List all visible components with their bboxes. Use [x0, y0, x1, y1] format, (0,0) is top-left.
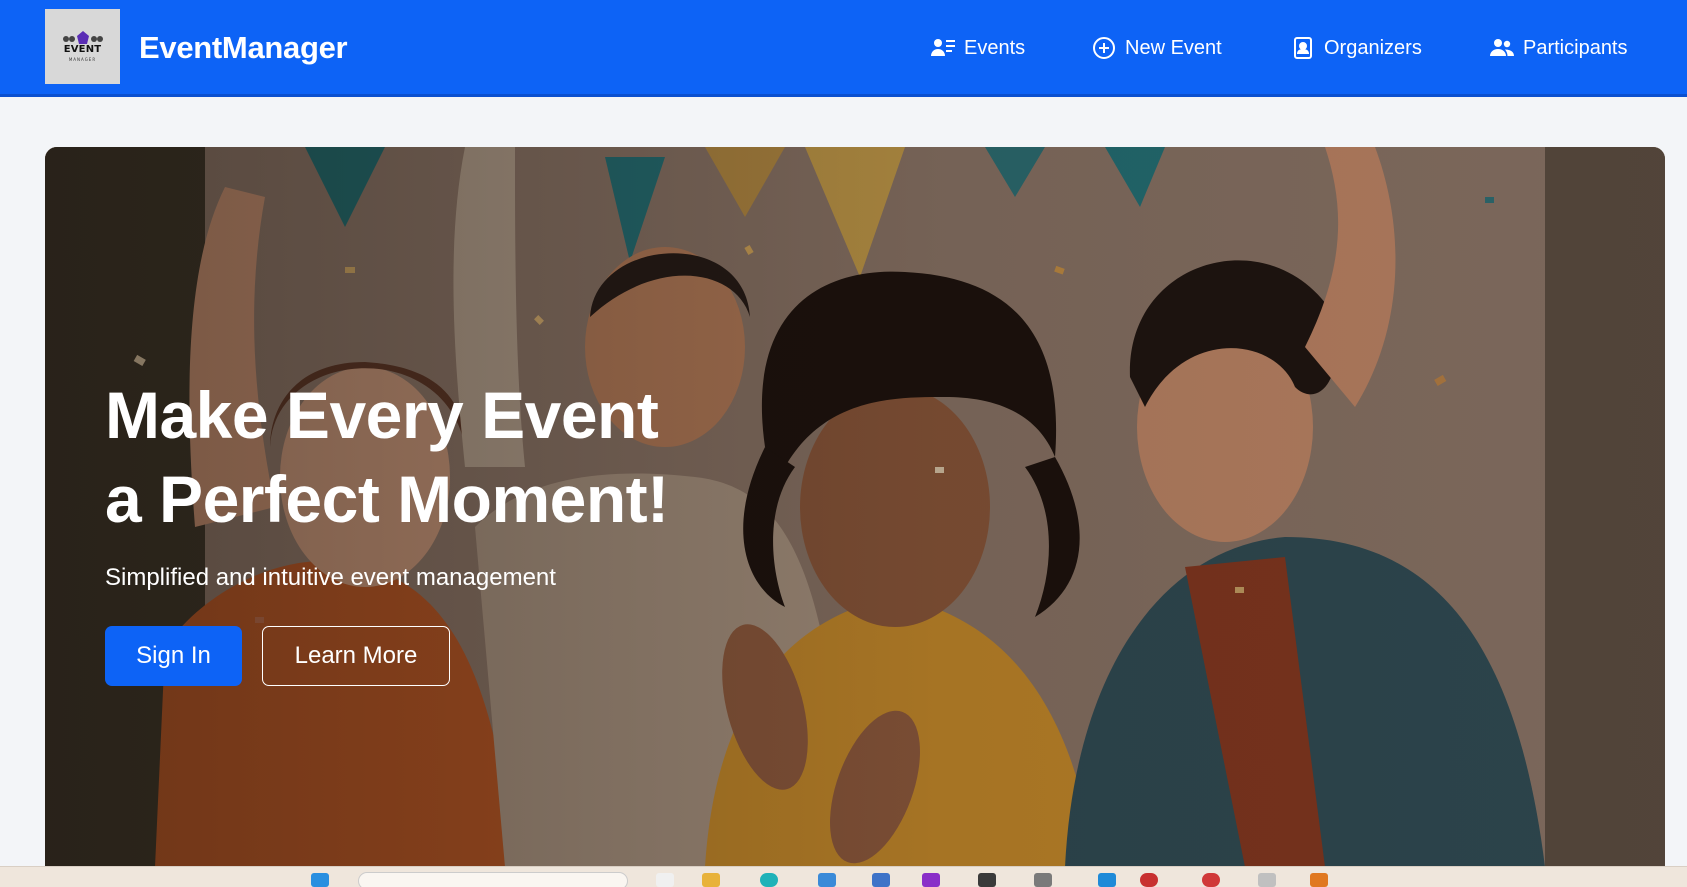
navbar: EVENT MANAGER EventManager Events New Ev…	[0, 0, 1687, 97]
brand-name[interactable]: EventManager	[139, 30, 348, 66]
nav-new-event-label: New Event	[1125, 36, 1222, 59]
windows-start-icon[interactable]	[311, 873, 329, 887]
learn-more-button[interactable]: Learn More	[262, 626, 450, 686]
nav-events-label: Events	[964, 36, 1026, 59]
people-list-icon	[931, 36, 955, 60]
brand-logo[interactable]: EVENT MANAGER	[45, 9, 120, 84]
taskbar-app-icon[interactable]	[1140, 873, 1158, 887]
id-badge-icon	[1291, 36, 1315, 60]
nav-organizers-label: Organizers	[1324, 36, 1422, 59]
nav-participants-label: Participants	[1523, 36, 1628, 59]
nav-events-link[interactable]: Events	[931, 34, 1025, 62]
taskbar-app-icon[interactable]	[922, 873, 940, 887]
hero-title-line1: Make Every Event	[105, 378, 659, 452]
taskbar-app-icon[interactable]	[1258, 873, 1276, 887]
calendar-icon[interactable]	[872, 873, 890, 887]
plus-circle-icon	[1092, 36, 1116, 60]
sign-in-button[interactable]: Sign In	[105, 626, 242, 686]
browser-icon[interactable]	[760, 873, 778, 887]
terminal-icon[interactable]	[978, 873, 996, 887]
taskbar-app-icon[interactable]	[1202, 873, 1220, 887]
taskbar-search-box[interactable]	[358, 872, 628, 887]
nav-organizers-link[interactable]: Organizers	[1291, 34, 1422, 62]
logo-emblem-icon	[62, 31, 103, 44]
hero-banner: Make Every Event a Perfect Moment! Simpl…	[45, 147, 1665, 867]
taskbar-app-icon[interactable]	[1034, 873, 1052, 887]
taskbar-app-icon[interactable]	[656, 873, 674, 887]
vscode-icon[interactable]	[1098, 873, 1116, 887]
nav-participants-link[interactable]: Participants	[1490, 34, 1628, 62]
logo-subtext: MANAGER	[68, 57, 97, 62]
hero-subtitle: Simplified and intuitive event managemen…	[105, 564, 556, 591]
hero-title: Make Every Event a Perfect Moment!	[105, 373, 865, 541]
nav-new-event-link[interactable]: New Event	[1092, 34, 1222, 62]
logo-text: EVENT	[63, 44, 102, 55]
people-icon	[1490, 36, 1514, 60]
os-taskbar	[0, 866, 1687, 887]
folder-icon[interactable]	[702, 873, 720, 887]
taskbar-app-icon[interactable]	[818, 873, 836, 887]
hero-title-line2: a Perfect Moment!	[105, 462, 669, 536]
taskbar-app-icon[interactable]	[1310, 873, 1328, 887]
